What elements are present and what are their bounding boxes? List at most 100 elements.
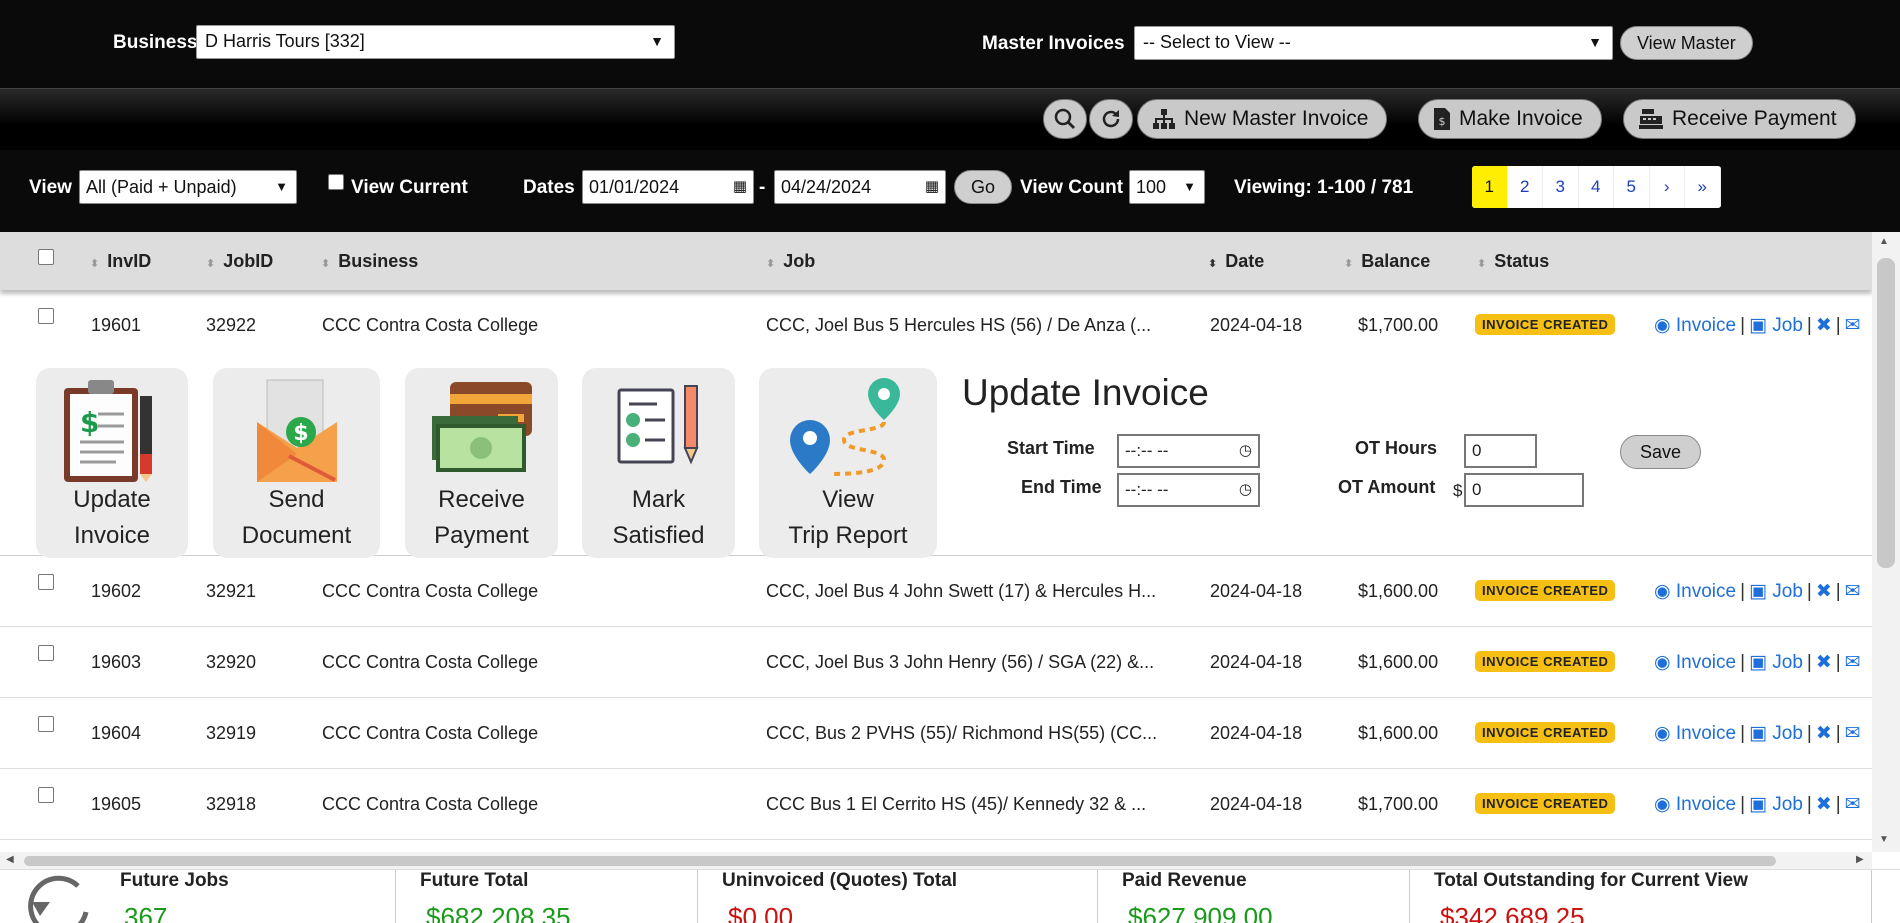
new-master-invoice-button[interactable]: New Master Invoice [1137, 99, 1388, 139]
uninvoiced-total-value: $0.00 [728, 902, 794, 923]
chevron-down-icon: ▼ [1183, 179, 1196, 194]
start-time-input[interactable]: --:-- -- ◷ [1117, 434, 1260, 468]
ot-hours-input[interactable]: 0 [1464, 434, 1537, 468]
invoice-link[interactable]: ◉ Invoice [1654, 581, 1736, 602]
email-icon[interactable]: ✉ [1845, 315, 1861, 336]
paid-revenue-value: $627,909.00 [1128, 902, 1273, 923]
master-invoices-select[interactable]: -- Select to View -- ▼ [1134, 26, 1613, 60]
cell-jobid: 32918 [206, 794, 257, 814]
scroll-up-arrow-icon[interactable]: ▲ [1879, 236, 1889, 247]
clock-icon[interactable]: ◷ [1239, 441, 1252, 459]
page-5-link[interactable]: 5 [1614, 166, 1650, 208]
email-icon[interactable]: ✉ [1845, 652, 1861, 673]
email-icon[interactable]: ✉ [1845, 723, 1861, 744]
tools-icon[interactable]: ✖ [1816, 794, 1832, 815]
vertical-scroll-thumb[interactable] [1877, 258, 1895, 568]
invoice-link[interactable]: ◉ Invoice [1654, 315, 1736, 336]
view-count-select[interactable]: 100 ▼ [1129, 170, 1205, 204]
table-row[interactable]: 19603 32920 CCC Contra Costa College CCC… [0, 627, 1872, 698]
date-from-value: 01/01/2024 [589, 177, 680, 197]
column-balance[interactable]: ⬍ Balance [1344, 251, 1430, 272]
mark-satisfied-tile-label: Mark Satisfied [582, 482, 735, 554]
date-from-input[interactable]: 01/01/2024 ▦ [582, 170, 754, 204]
job-link[interactable]: ▣ Job [1749, 581, 1803, 602]
search-button[interactable] [1043, 99, 1087, 139]
job-link[interactable]: ▣ Job [1749, 652, 1803, 673]
row-checkbox[interactable] [38, 645, 54, 661]
date-separator: - [759, 177, 766, 198]
ot-amount-input[interactable]: 0 [1464, 473, 1584, 507]
view-select[interactable]: All (Paid + Unpaid) ▼ [79, 170, 297, 204]
tools-icon[interactable]: ✖ [1816, 723, 1832, 744]
business-select[interactable]: D Harris Tours [332] ▼ [196, 25, 675, 59]
tools-icon[interactable]: ✖ [1816, 581, 1832, 602]
bus-icon: ▣ [1749, 723, 1767, 744]
send-document-tile[interactable]: $ Send Document [213, 368, 380, 558]
view-count-value: 100 [1136, 177, 1167, 197]
view-current-checkbox[interactable] [328, 174, 344, 190]
select-all-checkbox[interactable] [38, 249, 54, 265]
eye-icon: ◉ [1654, 794, 1671, 815]
column-job[interactable]: ⬍ Job [766, 251, 815, 272]
column-status-label: Status [1494, 251, 1550, 271]
end-time-input[interactable]: --:-- -- ◷ [1117, 473, 1260, 507]
column-business[interactable]: ⬍ Business [321, 251, 418, 272]
go-button[interactable]: Go [954, 170, 1013, 204]
scroll-left-arrow-icon[interactable]: ◀ [6, 854, 14, 865]
row-checkbox[interactable] [38, 308, 54, 324]
date-to-input[interactable]: 04/24/2024 ▦ [774, 170, 946, 204]
save-button[interactable]: Save [1620, 435, 1701, 469]
action-separator: | [1740, 581, 1746, 602]
status-badge: INVOICE CREATED [1475, 314, 1616, 335]
mark-satisfied-tile[interactable]: Mark Satisfied [582, 368, 735, 558]
tools-icon[interactable]: ✖ [1816, 652, 1832, 673]
table-row[interactable]: 19601 32922 CCC Contra Costa College CCC… [0, 290, 1872, 362]
page-4-link[interactable]: 4 [1579, 166, 1614, 208]
calendar-icon[interactable]: ▦ [733, 177, 747, 195]
column-invid[interactable]: ⬍ InvID [90, 251, 151, 272]
table-row[interactable]: 19605 32918 CCC Contra Costa College CCC… [0, 769, 1872, 840]
cell-jobid: 32919 [206, 723, 257, 743]
refresh-button[interactable] [1089, 99, 1133, 139]
scroll-down-arrow-icon[interactable]: ▼ [1879, 834, 1889, 845]
column-jobid[interactable]: ⬍ JobID [206, 251, 273, 272]
horizontal-scroll-thumb[interactable] [24, 856, 1776, 866]
column-jobid-label: JobID [223, 251, 274, 271]
future-jobs-value: 367 [124, 902, 168, 923]
calendar-icon[interactable]: ▦ [925, 177, 939, 195]
new-master-invoice-label: New Master Invoice [1184, 107, 1369, 130]
make-invoice-button[interactable]: $ Make Invoice [1418, 99, 1602, 139]
column-status[interactable]: ⬍ Status [1477, 251, 1549, 272]
scroll-right-arrow-icon[interactable]: ▶ [1856, 854, 1864, 865]
column-date[interactable]: ⬍ Date [1208, 251, 1264, 272]
page-3-link[interactable]: 3 [1543, 166, 1579, 208]
update-invoice-tile[interactable]: $ Update Invoice [36, 368, 188, 558]
job-link[interactable]: ▣ Job [1749, 794, 1803, 815]
invoice-link[interactable]: ◉ Invoice [1654, 723, 1736, 744]
table-row[interactable]: 19604 32919 CCC Contra Costa College CCC… [0, 698, 1872, 769]
last-page-link[interactable]: » [1685, 166, 1721, 208]
row-checkbox[interactable] [38, 787, 54, 803]
email-icon[interactable]: ✉ [1845, 581, 1861, 602]
invoice-link[interactable]: ◉ Invoice [1654, 652, 1736, 673]
invoice-link[interactable]: ◉ Invoice [1654, 794, 1736, 815]
view-trip-report-tile[interactable]: View Trip Report [759, 368, 937, 558]
job-link[interactable]: ▣ Job [1749, 315, 1803, 336]
receive-payment-tile[interactable]: Receive Payment [405, 368, 558, 558]
email-icon[interactable]: ✉ [1845, 794, 1861, 815]
receive-payment-tile-label: Receive Payment [405, 482, 558, 554]
refresh-stats-icon[interactable] [28, 872, 98, 923]
receive-payment-button[interactable]: Receive Payment [1623, 99, 1856, 139]
action-separator: | [1740, 723, 1746, 744]
clock-icon[interactable]: ◷ [1239, 480, 1252, 498]
page-2-link[interactable]: 2 [1508, 166, 1543, 208]
job-link[interactable]: ▣ Job [1749, 723, 1803, 744]
tools-icon[interactable]: ✖ [1816, 315, 1832, 336]
next-page-link[interactable]: › [1650, 166, 1685, 208]
view-master-button[interactable]: View Master [1620, 26, 1753, 60]
row-checkbox[interactable] [38, 716, 54, 732]
table-row[interactable]: 19602 32921 CCC Contra Costa College CCC… [0, 556, 1872, 627]
total-outstanding-stat: Total Outstanding for Current View $342,… [1410, 870, 1872, 923]
page-1-link[interactable]: 1 [1472, 166, 1508, 208]
row-checkbox[interactable] [38, 574, 54, 590]
